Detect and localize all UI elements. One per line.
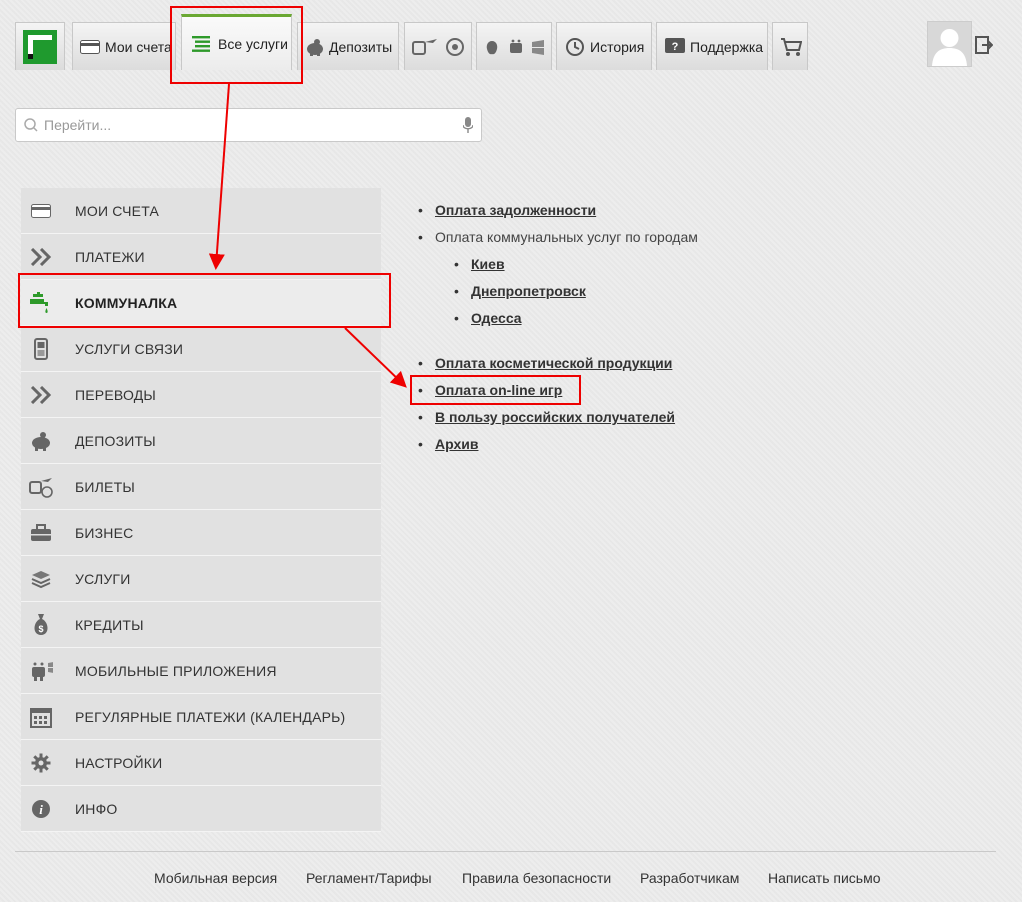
piggy-icon bbox=[29, 429, 53, 453]
highlight-all-services bbox=[170, 6, 303, 84]
sidebar-item-telecom[interactable]: УСЛУГИ СВЯЗИ bbox=[21, 326, 381, 372]
privat-logo-icon bbox=[23, 29, 57, 64]
sidebar-item-tickets[interactable]: БИЛЕТЫ bbox=[21, 464, 381, 510]
double-chevron-icon bbox=[29, 245, 53, 269]
avatar-silhouette-icon bbox=[928, 22, 971, 66]
list-item: Архив bbox=[418, 434, 698, 461]
support-icon: ? bbox=[664, 37, 686, 56]
mobile-apps-icon bbox=[29, 659, 53, 683]
tab-mobile-apps[interactable] bbox=[476, 22, 552, 70]
piggy-icon bbox=[304, 38, 326, 56]
tab-deposits[interactable]: Депозиты bbox=[297, 22, 399, 70]
tab-cart[interactable] bbox=[772, 22, 808, 70]
logout-icon[interactable] bbox=[975, 36, 994, 54]
info-icon: i bbox=[29, 797, 53, 821]
sidebar-item-label: ПЛАТЕЖИ bbox=[75, 248, 145, 265]
footer-link-write-letter[interactable]: Написать письмо bbox=[768, 870, 880, 886]
utilities-content: Оплата задолженности Оплата коммунальных… bbox=[418, 200, 698, 461]
sidebar-item-label: ПЕРЕВОДЫ bbox=[75, 386, 157, 403]
svg-text:?: ? bbox=[672, 41, 679, 53]
sidebar-item-regular-payments[interactable]: РЕГУЛЯРНЫЕ ПЛАТЕЖИ (КАЛЕНДАРЬ) bbox=[21, 694, 381, 740]
footer-link-security[interactable]: Правила безопасности bbox=[462, 870, 611, 886]
tab-transport[interactable] bbox=[404, 22, 472, 70]
sidebar-item-label: КРЕДИТЫ bbox=[75, 616, 144, 633]
user-avatar[interactable] bbox=[927, 21, 972, 67]
city-link-odessa[interactable]: Одесса bbox=[471, 310, 522, 326]
sidebar-item-business[interactable]: БИЗНЕС bbox=[21, 510, 381, 556]
search-input[interactable] bbox=[38, 110, 463, 140]
sidebar-item-label: БИЗНЕС bbox=[75, 524, 134, 541]
sidebar-item-label: ДЕПОЗИТЫ bbox=[75, 432, 156, 449]
sidebar-item-deposits[interactable]: ДЕПОЗИТЫ bbox=[21, 418, 381, 464]
tab-label: Поддержка bbox=[690, 38, 764, 55]
tab-label: Депозиты bbox=[329, 38, 393, 55]
sidebar-item-label: ИНФО bbox=[75, 800, 118, 817]
top-navigation: Мои счета Все услуги Депозиты История ? … bbox=[0, 0, 1022, 72]
sidebar-item-my-accounts[interactable]: МОИ СЧЕТА bbox=[21, 188, 381, 234]
cart-icon bbox=[780, 37, 802, 57]
sidebar-item-label: УСЛУГИ СВЯЗИ bbox=[75, 340, 184, 357]
search-box[interactable] bbox=[15, 108, 482, 142]
footer-link-developers[interactable]: Разработчикам bbox=[640, 870, 739, 886]
tab-label: История bbox=[590, 38, 645, 55]
list-item: Оплата коммунальных услуг по городам bbox=[418, 227, 698, 254]
list-item: Оплата задолженности bbox=[418, 200, 698, 227]
transport-icon bbox=[411, 36, 465, 58]
history-icon bbox=[564, 37, 586, 57]
double-chevron-icon bbox=[29, 383, 53, 407]
search-icon bbox=[24, 118, 38, 132]
sidebar-item-settings[interactable]: НАСТРОЙКИ bbox=[21, 740, 381, 786]
footer-link-tariffs[interactable]: Регламент/Тарифы bbox=[306, 870, 432, 886]
box-icon bbox=[29, 567, 53, 591]
tickets-icon bbox=[29, 475, 53, 499]
sidebar-item-transfers[interactable]: ПЕРЕВОДЫ bbox=[21, 372, 381, 418]
moneybag-icon: $ bbox=[29, 613, 53, 637]
sidebar-item-label: УСЛУГИ bbox=[75, 570, 131, 587]
sidebar-item-services[interactable]: УСЛУГИ bbox=[21, 556, 381, 602]
highlight-utilities bbox=[18, 273, 391, 328]
tab-my-accounts[interactable]: Мои счета bbox=[72, 22, 176, 70]
calendar-icon bbox=[29, 705, 53, 729]
svg-text:i: i bbox=[39, 802, 43, 817]
footer-divider bbox=[15, 851, 996, 852]
cities-heading: Оплата коммунальных услуг по городам bbox=[435, 229, 698, 245]
list-item: Днепропетровск bbox=[454, 281, 698, 308]
archive-link[interactable]: Архив bbox=[435, 436, 478, 452]
sidebar-item-mobile-apps[interactable]: МОБИЛЬНЫЕ ПРИЛОЖЕНИЯ bbox=[21, 648, 381, 694]
list-item: Киев bbox=[454, 254, 698, 281]
sidebar-item-info[interactable]: i ИНФО bbox=[21, 786, 381, 832]
svg-text:$: $ bbox=[38, 624, 43, 634]
tab-history[interactable]: История bbox=[556, 22, 652, 70]
sidebar-item-label: РЕГУЛЯРНЫЕ ПЛАТЕЖИ (КАЛЕНДАРЬ) bbox=[75, 708, 346, 725]
card-icon bbox=[79, 39, 101, 54]
sidebar-item-label: БИЛЕТЫ bbox=[75, 478, 135, 495]
briefcase-icon bbox=[29, 521, 53, 545]
sidebar-item-credits[interactable]: $ КРЕДИТЫ bbox=[21, 602, 381, 648]
bank-logo[interactable] bbox=[15, 22, 65, 70]
phone-icon bbox=[29, 337, 53, 361]
city-link-kiev[interactable]: Киев bbox=[471, 256, 505, 272]
footer-link-mobile[interactable]: Мобильная версия bbox=[154, 870, 277, 886]
debt-payment-link[interactable]: Оплата задолженности bbox=[435, 202, 596, 218]
mobile-os-icon bbox=[484, 37, 546, 57]
cosmetics-payment-link[interactable]: Оплата косметической продукции bbox=[435, 355, 672, 371]
sidebar-item-label: МОИ СЧЕТА bbox=[75, 202, 160, 219]
list-item: Одесса bbox=[454, 308, 698, 335]
list-item: В пользу российских получателей bbox=[418, 407, 698, 434]
city-link-dnipro[interactable]: Днепропетровск bbox=[471, 283, 586, 299]
sidebar-item-label: МОБИЛЬНЫЕ ПРИЛОЖЕНИЯ bbox=[75, 662, 277, 679]
gear-icon bbox=[29, 751, 53, 775]
sidebar-item-label: НАСТРОЙКИ bbox=[75, 754, 163, 771]
tab-label: Мои счета bbox=[105, 38, 172, 55]
microphone-icon[interactable] bbox=[463, 117, 473, 133]
card-icon bbox=[29, 199, 53, 223]
russian-recipients-link[interactable]: В пользу российских получателей bbox=[435, 409, 675, 425]
tab-support[interactable]: ? Поддержка bbox=[656, 22, 768, 70]
highlight-online-games bbox=[410, 375, 581, 405]
